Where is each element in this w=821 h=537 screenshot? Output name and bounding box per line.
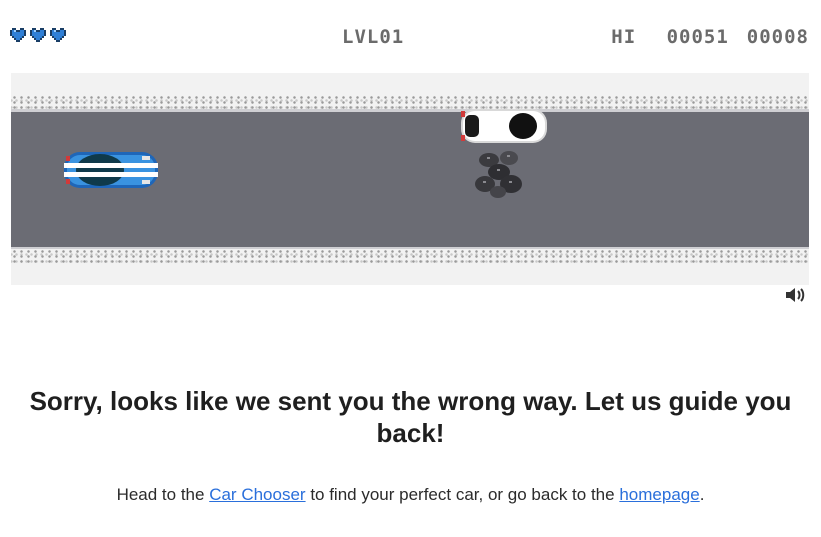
rocks-obstacle bbox=[475, 151, 522, 198]
hi-score: 00051 bbox=[666, 26, 729, 48]
player-car bbox=[64, 152, 158, 188]
guidance-text: Head to the Car Chooser to find your per… bbox=[116, 485, 705, 504]
homepage-link[interactable]: homepage bbox=[619, 485, 699, 504]
speaker-icon[interactable] bbox=[785, 287, 805, 303]
snow-verge-top bbox=[11, 73, 809, 109]
snow-verge-bottom bbox=[11, 249, 809, 285]
heart-icon bbox=[30, 28, 46, 42]
error-heading: Sorry, looks like we sent you the wrong … bbox=[29, 386, 792, 448]
road-edge-top bbox=[11, 109, 809, 112]
heart-icon bbox=[50, 28, 66, 42]
heart-icon bbox=[10, 28, 26, 42]
level-indicator: LVL01 bbox=[342, 26, 405, 48]
hi-label: HI 00051 bbox=[611, 26, 729, 48]
score-display: HI 00051 00008 bbox=[611, 26, 809, 48]
current-score: 00008 bbox=[746, 26, 809, 48]
obstacle-car bbox=[461, 109, 547, 143]
game-hud: LVL01 HI 00051 00008 bbox=[0, 26, 821, 50]
car-chooser-link[interactable]: Car Chooser bbox=[209, 485, 305, 504]
lives-indicator bbox=[10, 28, 66, 42]
game-canvas[interactable] bbox=[11, 73, 809, 285]
